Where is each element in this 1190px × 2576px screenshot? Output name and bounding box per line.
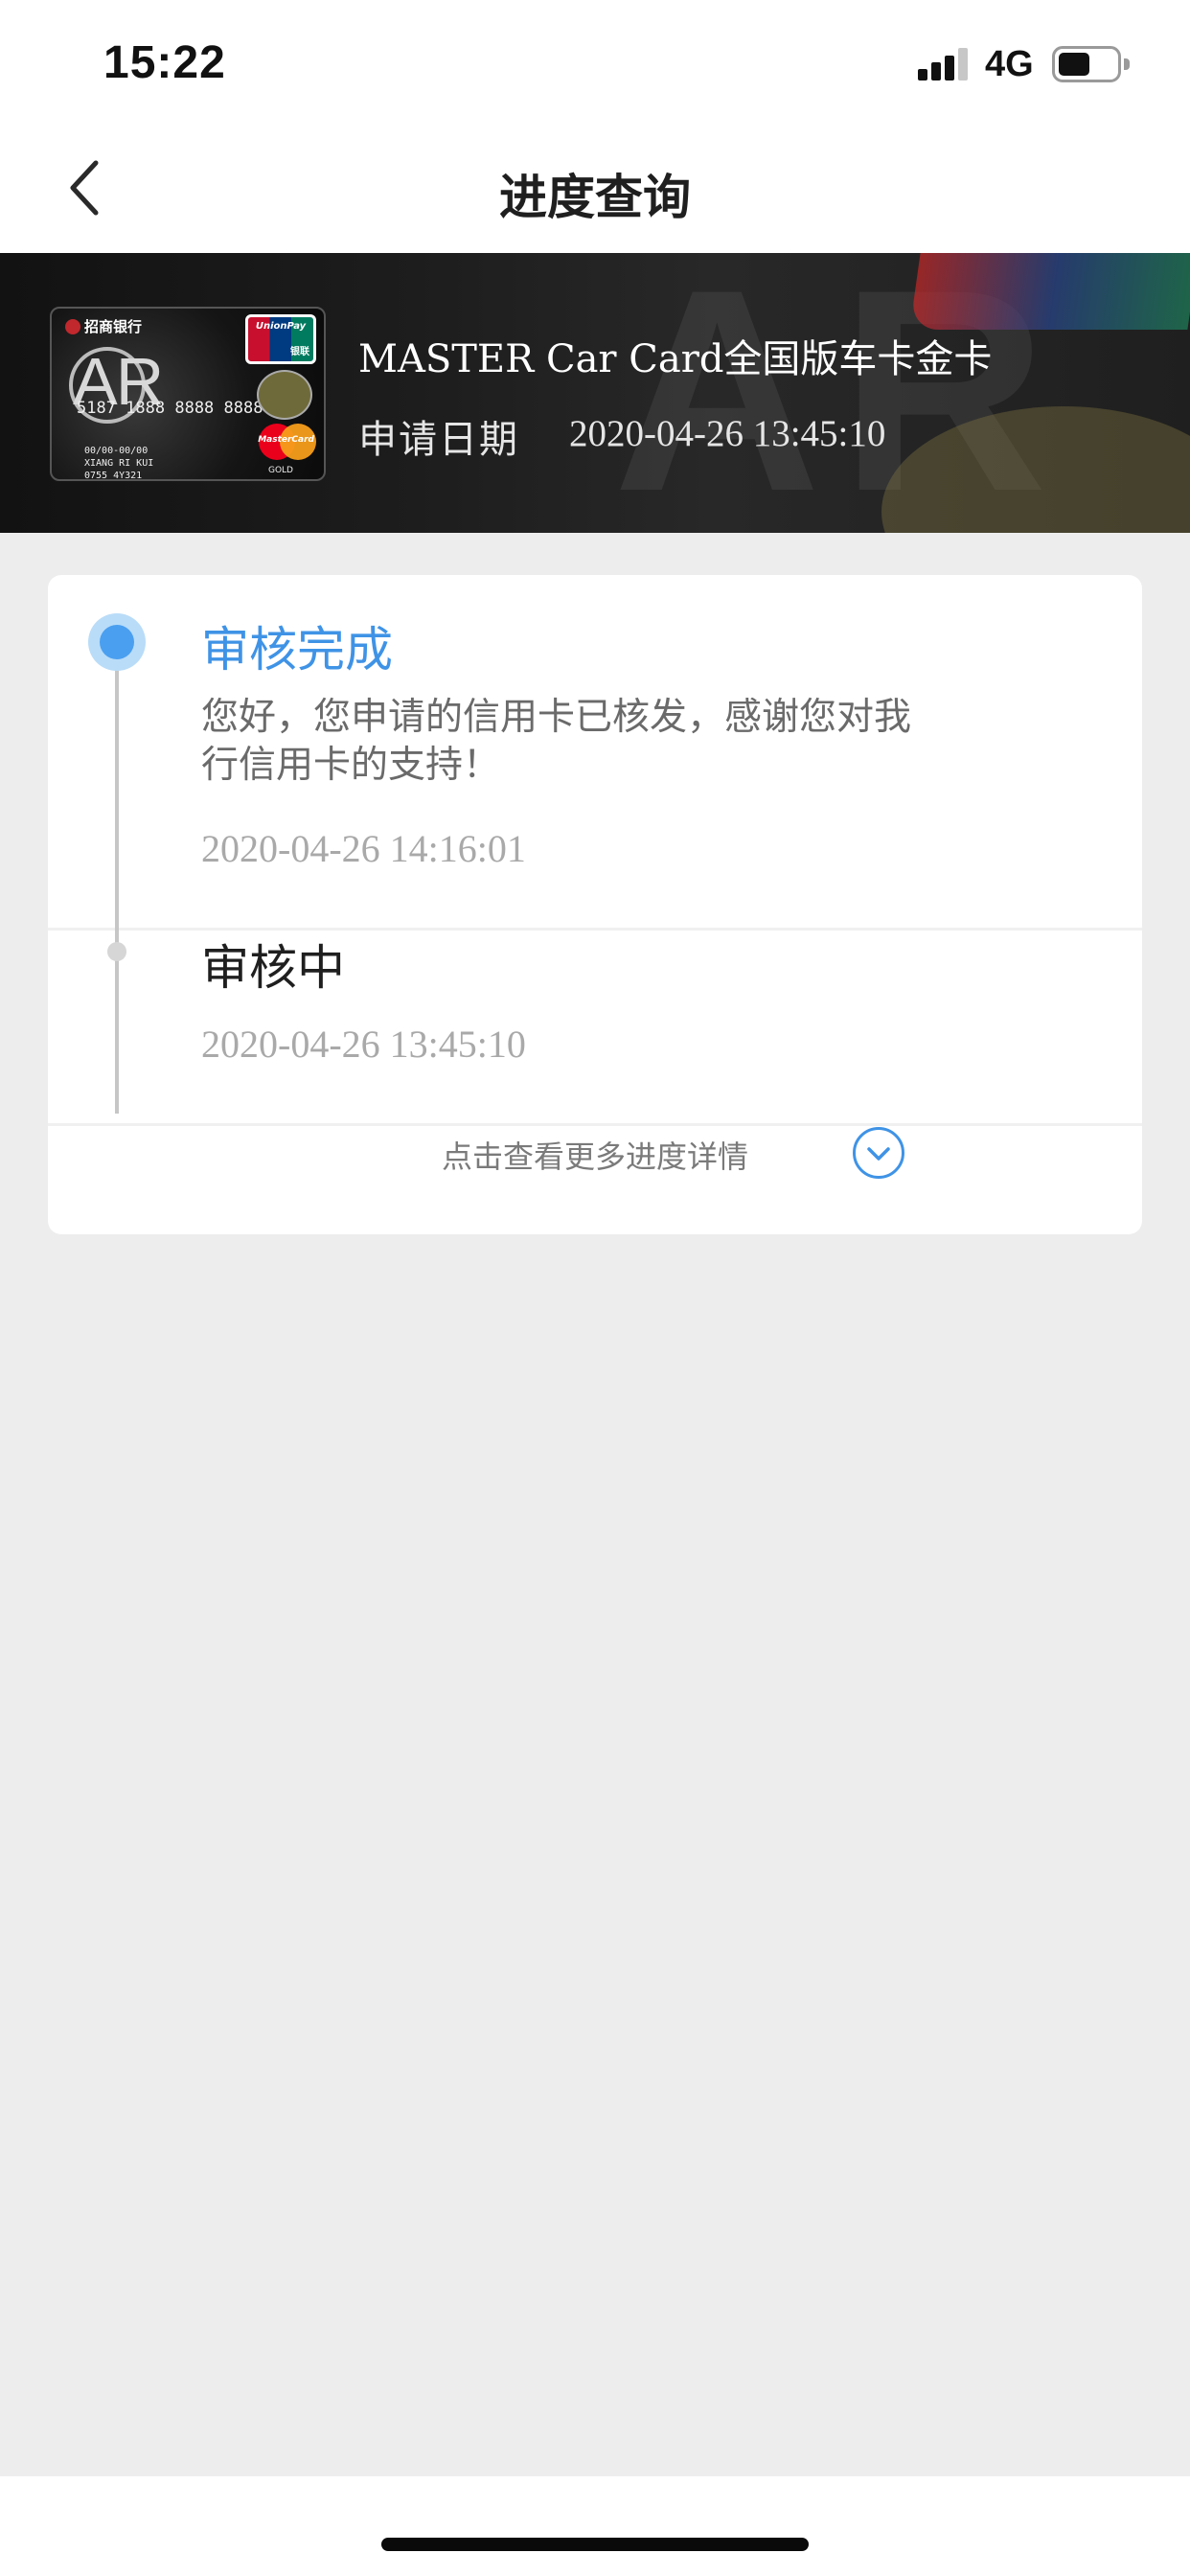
timeline-line <box>115 640 119 1114</box>
unionpay-logo: UnionPay 银联 <box>245 314 316 364</box>
card-name: MASTER Car Card全国版车卡金卡 <box>358 337 993 381</box>
apply-date-value: 2020-04-26 13:45:10 <box>569 413 886 454</box>
timeline-dot <box>107 942 126 961</box>
step-time: 2020-04-26 14:16:01 <box>201 827 526 870</box>
timeline-dot-active <box>88 613 146 671</box>
home-indicator[interactable] <box>381 2538 809 2551</box>
page-title: 进度查询 <box>499 170 691 225</box>
battery-icon <box>1052 46 1130 82</box>
bottom-bar <box>0 2476 1190 2576</box>
step-title: 审核中 <box>201 940 345 996</box>
network-type: 4G <box>985 44 1034 84</box>
step-title: 审核完成 <box>201 622 393 678</box>
apply-date-label: 申请日期 <box>358 418 519 462</box>
card-emblem <box>257 370 312 420</box>
cellular-signal-icon <box>918 48 970 80</box>
card-thumbnail: 招商银行 AR 5187 1888 8888 8888 00/00-00/00 … <box>50 307 326 481</box>
status-time: 15:22 <box>103 37 226 88</box>
step-message: 您好，您申请的信用卡已核发，感谢您对我行信用卡的支持！ <box>201 696 912 787</box>
chevron-down-circle-icon[interactable] <box>853 1127 904 1179</box>
more-details-link[interactable]: 点击查看更多进度详情 <box>0 1133 1190 1177</box>
step-time: 2020-04-26 13:45:10 <box>201 1023 526 1066</box>
divider <box>48 1123 1142 1126</box>
